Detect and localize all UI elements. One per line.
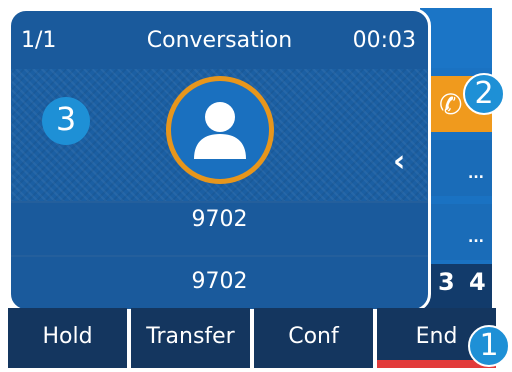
callout-badge-3: 3 bbox=[42, 97, 90, 145]
conversation-header: 1/1 Conversation 00:03 bbox=[11, 11, 428, 69]
phone-icon: ✆ bbox=[439, 88, 463, 121]
divider bbox=[11, 201, 428, 203]
conversation-card: 1/1 Conversation 00:03 ‹ 9702 9702 bbox=[8, 8, 431, 312]
chevron-left-icon[interactable]: ‹ bbox=[393, 147, 417, 177]
call-timer: 00:03 bbox=[352, 28, 416, 53]
contact-avatar bbox=[166, 76, 274, 184]
transfer-button-label: Transfer bbox=[146, 323, 235, 349]
callout-badge-1: 1 bbox=[468, 325, 510, 367]
line-key-digits-text: 3 4 bbox=[438, 268, 489, 296]
phone-screen: ✆ ... ... 3 4 1/1 Conversation 00:03 ‹ 9… bbox=[0, 0, 512, 372]
softkey-bar: Hold Transfer Conf End bbox=[8, 308, 496, 368]
line-key-ellipsis: ... bbox=[468, 166, 484, 182]
divider bbox=[11, 255, 428, 257]
contact-number: 9702 bbox=[191, 269, 248, 294]
end-call-button-label: End bbox=[415, 323, 458, 349]
conf-button[interactable]: Conf bbox=[254, 308, 373, 368]
line-key-ellipsis: ... bbox=[468, 230, 484, 246]
person-icon bbox=[194, 102, 246, 159]
transfer-button[interactable]: Transfer bbox=[131, 308, 250, 368]
hold-button[interactable]: Hold bbox=[8, 308, 127, 368]
callout-badge-2: 2 bbox=[463, 73, 505, 115]
conf-button-label: Conf bbox=[288, 323, 339, 349]
contact-name: 9702 bbox=[191, 207, 248, 232]
hold-button-label: Hold bbox=[42, 323, 93, 349]
